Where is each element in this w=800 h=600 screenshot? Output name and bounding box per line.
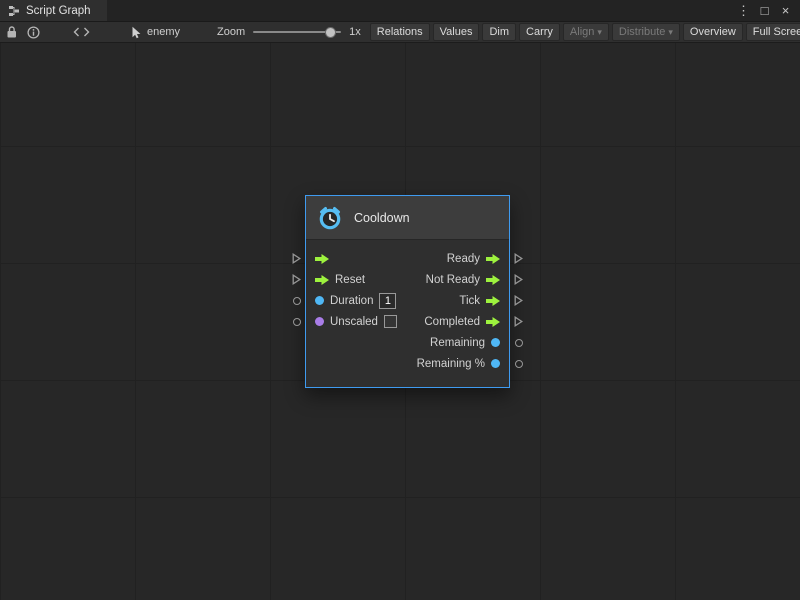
port-label-not-ready: Not Ready (426, 274, 480, 286)
graph-toolbar: enemy Zoom 1x Relations Values Dim Carry… (0, 22, 800, 43)
boolean-input-port-icon[interactable] (315, 317, 324, 326)
external-control-output[interactable] (513, 295, 524, 306)
dim-label: Dim (489, 26, 509, 38)
maximize-button[interactable]: □ (757, 0, 772, 22)
dim-button[interactable]: Dim (482, 23, 516, 41)
cooldown-node[interactable]: Cooldown Ready (305, 195, 510, 388)
external-control-input[interactable] (291, 274, 302, 285)
tab-title: Script Graph (26, 5, 91, 17)
carry-label: Carry (526, 26, 553, 38)
port-label-completed: Completed (424, 316, 480, 328)
graph-breadcrumb[interactable]: enemy (131, 26, 180, 39)
external-value-output[interactable] (513, 337, 524, 348)
port-label-reset: Reset (335, 274, 365, 286)
port-row: Reset Not Ready (306, 269, 509, 290)
external-value-output[interactable] (513, 358, 524, 369)
control-output-port-icon[interactable] (486, 274, 500, 286)
graph-icon (8, 5, 20, 17)
graph-canvas[interactable]: Cooldown Ready (0, 43, 800, 600)
control-output-port-icon[interactable] (486, 295, 500, 307)
alarm-clock-icon (317, 205, 343, 231)
carry-button[interactable]: Carry (519, 23, 560, 41)
value-input-port-icon[interactable] (315, 296, 324, 305)
code-view-icon[interactable] (73, 27, 90, 37)
node-body: Ready Reset Not Ready (306, 240, 509, 387)
port-label-remaining: Remaining (430, 337, 485, 349)
relations-button[interactable]: Relations (370, 23, 430, 41)
tab-script-graph[interactable]: Script Graph (0, 0, 107, 21)
port-label-remaining-percent: Remaining % (417, 358, 485, 370)
zoom-control: Zoom 1x (217, 25, 361, 39)
graph-name: enemy (147, 26, 180, 38)
relations-label: Relations (377, 26, 423, 38)
info-icon[interactable] (27, 26, 40, 39)
external-control-output[interactable] (513, 274, 524, 285)
node-header[interactable]: Cooldown (306, 196, 509, 240)
align-label: Align (570, 26, 594, 38)
chevron-down-icon: ▾ (597, 28, 602, 37)
port-row: Duration Tick (306, 290, 509, 311)
port-label-duration: Duration (330, 295, 373, 307)
close-button[interactable]: × (778, 0, 793, 22)
port-label-unscaled: Unscaled (330, 316, 378, 328)
full-screen-button[interactable]: Full Screen (746, 23, 800, 41)
external-control-output[interactable] (513, 316, 524, 327)
zoom-slider[interactable] (253, 25, 341, 39)
align-dropdown[interactable]: Align ▾ (563, 23, 609, 41)
zoom-value: 1x (349, 26, 361, 38)
toolbar-buttons: Relations Values Dim Carry Align ▾ Distr… (370, 23, 800, 41)
values-label: Values (440, 26, 473, 38)
window-controls: ⋮ □ × (736, 0, 800, 21)
port-row: Remaining (306, 332, 509, 353)
distribute-dropdown[interactable]: Distribute ▾ (612, 23, 680, 41)
zoom-knob[interactable] (325, 27, 336, 38)
control-output-port-icon[interactable] (486, 253, 500, 265)
external-control-output[interactable] (513, 253, 524, 264)
value-output-port-icon[interactable] (491, 338, 500, 347)
titlebar: Script Graph ⋮ □ × (0, 0, 800, 22)
values-button[interactable]: Values (433, 23, 480, 41)
duration-input[interactable] (379, 293, 396, 309)
port-label-ready: Ready (447, 253, 480, 265)
node-title: Cooldown (354, 211, 410, 225)
graph-pointer-icon (131, 26, 142, 39)
control-output-port-icon[interactable] (486, 316, 500, 328)
unscaled-checkbox[interactable] (384, 315, 397, 328)
port-row: Remaining % (306, 353, 509, 374)
value-output-port-icon[interactable] (491, 359, 500, 368)
distribute-label: Distribute (619, 26, 665, 38)
control-input-port-icon[interactable] (315, 274, 329, 286)
zoom-label: Zoom (217, 26, 245, 38)
port-label-tick: Tick (459, 295, 480, 307)
port-row: Ready (306, 248, 509, 269)
control-input-port-icon[interactable] (315, 253, 329, 265)
external-value-input[interactable] (291, 295, 302, 306)
external-control-input[interactable] (291, 253, 302, 264)
overview-button[interactable]: Overview (683, 23, 743, 41)
external-value-input[interactable] (291, 316, 302, 327)
chevron-down-icon: ▾ (668, 28, 673, 37)
full-screen-label: Full Screen (753, 26, 800, 38)
port-row: Unscaled Completed (306, 311, 509, 332)
window-menu-button[interactable]: ⋮ (736, 0, 751, 22)
overview-label: Overview (690, 26, 736, 38)
lock-icon[interactable] (5, 25, 18, 39)
